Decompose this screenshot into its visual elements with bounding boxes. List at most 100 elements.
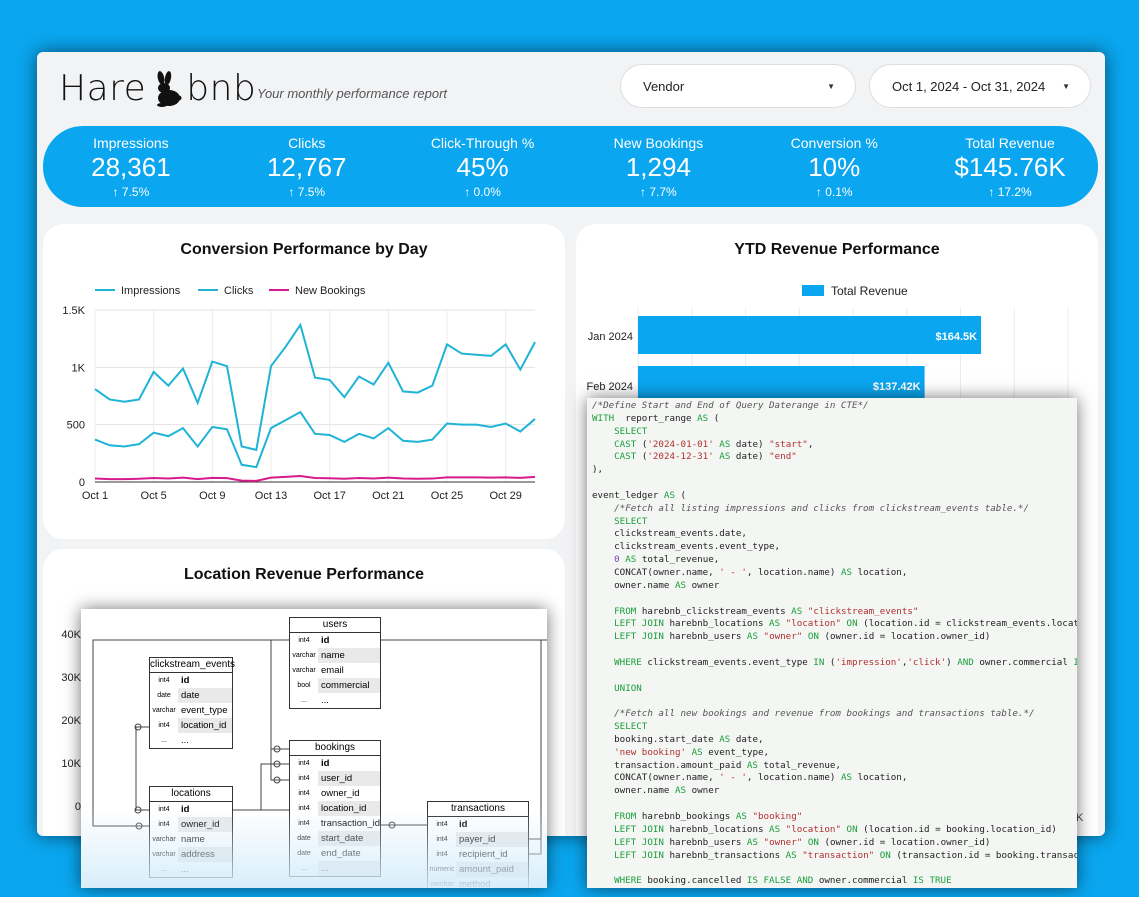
- code-token: SELECT: [614, 721, 648, 733]
- code-token: WHERE: [614, 875, 642, 887]
- code-token: "location": [785, 823, 841, 835]
- code-token: , location.name): [746, 772, 841, 784]
- kpi-change-value: 7.7%: [649, 184, 677, 199]
- code-token: harebnb_locations: [663, 618, 770, 630]
- fade-overlay: [81, 809, 547, 888]
- code-token: clickstream_events.event_type: [641, 656, 814, 668]
- code-token: event_type,: [702, 746, 770, 758]
- code-token: WHERE: [614, 656, 642, 668]
- y-tick-label: Feb 2024: [587, 381, 633, 393]
- bar-data-label: $164.5K: [935, 331, 977, 343]
- sql-code-overlay: /*Define Start and End of Query Daterang…: [587, 398, 1077, 888]
- erd-column-name: event_type: [178, 703, 232, 718]
- code-token: "owner": [763, 836, 803, 848]
- code-token: LEFT JOIN: [614, 849, 664, 861]
- legend-swatch: [802, 285, 824, 296]
- erd-column-name: ...: [178, 733, 232, 748]
- legend-label: Impressions: [121, 285, 181, 297]
- code-token: ON: [846, 618, 858, 630]
- arrow-up-icon: ↑: [640, 184, 647, 199]
- kpi-value: 28,361: [91, 151, 171, 182]
- erd-column-type: int4: [298, 637, 310, 644]
- code-token: booking.start_date: [592, 733, 720, 745]
- y-tick-label: 30K: [61, 672, 81, 684]
- date-range-label: Oct 1, 2024 - Oct 31, 2024: [892, 78, 1046, 94]
- kpi-clicks: Clicks 12,767 ↑ 7.5%: [227, 135, 387, 199]
- kpi-label: Click-Through %: [430, 134, 535, 151]
- kpi-new-bookings: New Bookings 1,294 ↑ 7.7%: [578, 135, 738, 199]
- code-token: CONCAT(owner.name,: [592, 772, 720, 784]
- date-range-dropdown[interactable]: Oct 1, 2024 - Oct 31, 2024 ▼: [869, 64, 1091, 108]
- kpi-ctr: Click-Through % 45% ↑ 0.0%: [403, 135, 563, 199]
- code-token: CAST: [614, 451, 637, 463]
- y-tick-label: 0: [79, 477, 85, 489]
- kpi-change: ↑ 0.0%: [403, 185, 563, 199]
- y-tick-label: 10K: [61, 758, 81, 770]
- erd-column-type: int4: [298, 790, 310, 797]
- series-line-new-bookings: [94, 475, 536, 482]
- kpi-bar: Impressions 28,361 ↑ 7.5% Clicks 12,767 …: [43, 126, 1098, 207]
- code-token: (: [708, 412, 720, 424]
- erd-column-name: date: [178, 688, 232, 703]
- erd-row: int4 id: [290, 756, 380, 771]
- code-token: "end": [769, 451, 797, 463]
- code-token: total_revenue,: [636, 554, 720, 566]
- erd-column-name: owner_id: [318, 786, 380, 801]
- erd-column-type: date: [157, 692, 171, 699]
- code-token: AS: [674, 785, 687, 797]
- arrow-up-icon: ↑: [988, 184, 995, 199]
- kpi-label: Total Revenue: [965, 134, 1055, 151]
- code-token: clickstream_events.event_type,: [592, 541, 781, 553]
- code-token: "start": [769, 438, 808, 450]
- erd-row: ......: [150, 733, 232, 748]
- code-token: (transaction.id = booking.transaction_id…: [896, 849, 1077, 861]
- code-token: harebnb_users: [663, 631, 747, 643]
- code-token: AS: [719, 733, 731, 745]
- x-tick-label: Oct 9: [199, 490, 225, 502]
- erd-column-type: int4: [158, 677, 170, 684]
- arrow-up-icon: ↑: [815, 184, 822, 199]
- code-token: harebnb_locations: [663, 823, 770, 835]
- code-token: WITH: [592, 412, 615, 424]
- code-token: IN: [813, 656, 825, 668]
- code-token: date,: [730, 733, 764, 745]
- erd-row: varchar email: [290, 663, 380, 678]
- y-tick-label: 1K: [72, 362, 86, 374]
- y-tick-label: 20K: [61, 715, 81, 727]
- code-token: AS: [625, 554, 637, 566]
- code-token: AS: [746, 759, 758, 771]
- code-token: '2024-12-31': [647, 451, 714, 463]
- code-token: location,: [852, 566, 908, 578]
- code-token: AS: [840, 772, 853, 784]
- code-token: FROM: [614, 605, 637, 617]
- erd-column-name: name: [318, 648, 380, 663]
- legend-label: Clicks: [224, 285, 254, 297]
- code-token: "transaction": [802, 849, 875, 861]
- bar: [638, 316, 982, 354]
- code-token: "booking": [752, 811, 803, 822]
- code-token: date): [730, 451, 770, 463]
- code-token: owner.commercial: [973, 656, 1074, 668]
- code-token: LEFT JOIN: [614, 836, 664, 848]
- kpi-change-value: 0.0%: [473, 184, 501, 199]
- erd-rows: int4 id varchar name varchar email bool commerc…: [290, 633, 380, 708]
- code-token: (location.id = booking.location_id): [857, 823, 1057, 835]
- code-token: ' - ': [719, 772, 747, 784]
- kpi-label: New Bookings: [613, 134, 704, 151]
- vendor-dropdown-label: Vendor: [643, 78, 685, 94]
- kpi-change: ↑ 7.5%: [227, 185, 387, 199]
- kpi-label: Clicks: [288, 134, 326, 151]
- vendor-dropdown[interactable]: Vendor ▼: [620, 64, 856, 108]
- erd-table-clickstream-events: clickstream_events int4 id date date varchar…: [149, 657, 235, 749]
- code-token: '2024-01-01': [647, 438, 714, 450]
- kpi-label: Conversion %: [790, 134, 878, 151]
- chevron-down-icon: ▼: [827, 81, 835, 91]
- erd-row: int4 id: [290, 633, 380, 648]
- axis-tick-label: K: [1076, 812, 1084, 824]
- erd-column-type: bool: [297, 682, 311, 689]
